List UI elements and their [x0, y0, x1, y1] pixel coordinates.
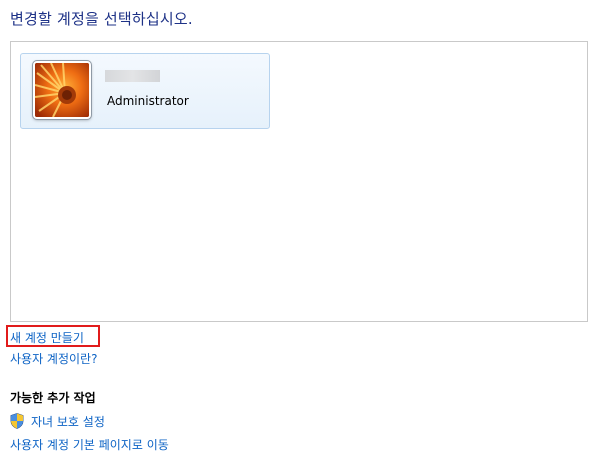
orange-flower-icon	[35, 63, 89, 117]
avatar	[33, 61, 91, 119]
additional-tasks-heading: 가능한 추가 작업	[10, 391, 96, 405]
blurred-username	[105, 70, 160, 82]
account-name: Administrator	[107, 94, 189, 108]
create-account-link[interactable]: 새 계정 만들기	[10, 329, 84, 346]
account-tile-administrator[interactable]: Administrator	[20, 53, 270, 129]
parental-controls-label: 자녀 보호 설정	[31, 414, 105, 429]
go-to-main-page-link[interactable]: 사용자 계정 기본 페이지로 이동	[10, 436, 169, 453]
accounts-panel: Administrator	[10, 41, 588, 322]
page-title: 변경할 계정을 선택하십시오.	[10, 10, 193, 28]
what-is-account-link[interactable]: 사용자 계정이란?	[10, 350, 97, 367]
parental-controls-link[interactable]: 자녀 보호 설정	[10, 412, 105, 430]
uac-shield-icon	[10, 413, 24, 429]
